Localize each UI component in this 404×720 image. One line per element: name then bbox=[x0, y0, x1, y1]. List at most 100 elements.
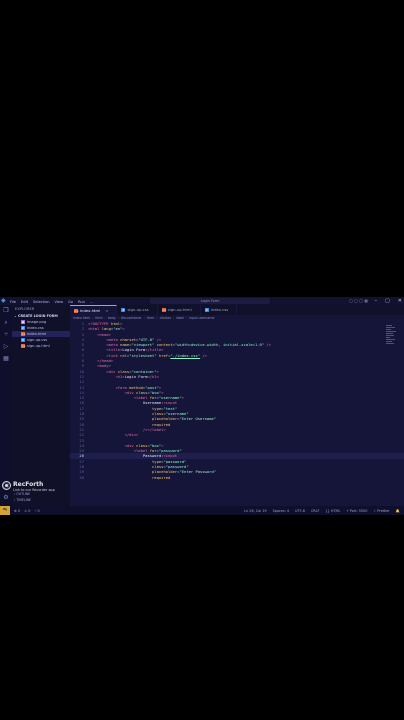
status-item[interactable]: ✓ Prettier bbox=[373, 509, 389, 513]
minimize-icon[interactable]: – bbox=[375, 297, 378, 305]
code-lines[interactable]: 1 <!DOCTYPE html> 2 <html lang="en"> 3 <head… bbox=[70, 321, 404, 480]
explorer-title: EXPLORER bbox=[15, 307, 35, 311]
layout-icons[interactable]: ▢ ▢ ▢ ▦ bbox=[349, 297, 368, 305]
code-text[interactable]: class="password" bbox=[88, 464, 189, 469]
code-text[interactable]: placeholder="Enter Password" bbox=[88, 469, 216, 474]
tab-sign-up-html[interactable]: <> sign-up.html bbox=[158, 305, 201, 315]
tab-index-css[interactable]: # index.css bbox=[201, 305, 238, 315]
code-text[interactable]: <meta charset="UTF-8" /> bbox=[88, 337, 161, 342]
code-text[interactable]: <meta name="viewport" content="width=dev… bbox=[88, 342, 271, 347]
tab-label: sign-up.html bbox=[167, 307, 192, 312]
status-item[interactable]: Spaces: 4 bbox=[273, 509, 289, 513]
code-text[interactable]: </head> bbox=[88, 358, 113, 363]
files-icon[interactable]: ❐ bbox=[0, 305, 12, 317]
code-text[interactable]: <body> bbox=[88, 363, 111, 368]
remote-icon[interactable]: ⇋ bbox=[0, 506, 10, 515]
code-text[interactable]: <!DOCTYPE html> bbox=[88, 321, 122, 326]
file-tree: ▣ image.png # index.css <> index.html # sign-up… bbox=[12, 319, 70, 349]
line-number: 30 bbox=[79, 474, 84, 480]
code-line[interactable]: 30 required bbox=[70, 475, 404, 480]
menu-item-file[interactable]: File bbox=[10, 300, 16, 304]
code-text[interactable]: required bbox=[88, 475, 170, 480]
file-type-icon: <> bbox=[74, 309, 80, 313]
layout-controls[interactable]: ▢ ▢ ▢ ▦ bbox=[349, 297, 368, 305]
record-icon bbox=[2, 481, 11, 490]
status-item[interactable]: 🔔 bbox=[396, 509, 400, 513]
code-text[interactable]: type="text" bbox=[88, 406, 177, 411]
code-text[interactable]: <h1>Login Form</h1> bbox=[88, 374, 158, 379]
code-text[interactable]: </div> bbox=[88, 432, 139, 437]
extensions-icon[interactable]: ▦ bbox=[0, 353, 12, 365]
explorer-sidebar: EXPLORER ⌄ CREATE LOGIN FORM ▣ image.png #… bbox=[12, 305, 70, 506]
chevron-right-icon: › bbox=[92, 316, 94, 320]
maximize-icon[interactable]: ▢ bbox=[385, 297, 390, 305]
breadcrumb-item[interactable]: body bbox=[108, 316, 116, 320]
breadcrumb-item[interactable]: input.username bbox=[189, 316, 214, 320]
minimap[interactable] bbox=[386, 325, 396, 347]
code-text[interactable]: <div class="box"> bbox=[88, 390, 164, 395]
recforth-watermark: RecForth Link to our Recorder app bbox=[2, 481, 72, 501]
breadcrumb-item[interactable]: label bbox=[176, 316, 184, 320]
code-text[interactable]: <form method="post"> bbox=[88, 385, 161, 390]
chevron-right-icon: › bbox=[156, 316, 158, 320]
code-text[interactable]: <head> bbox=[88, 332, 111, 337]
status-item[interactable]: {} HTML bbox=[326, 509, 341, 513]
status-bar: ⇋ ⊗ 0 ⚠ 0 ⑂ 0 Ln 26, Col 19 Spaces: 4 UTF-8 C… bbox=[0, 506, 404, 515]
menu-item-edit[interactable]: Edit bbox=[21, 300, 28, 304]
window-controls: – ▢ ✕ bbox=[375, 297, 402, 305]
menu-item-selection[interactable]: Selection bbox=[33, 300, 50, 304]
code-text[interactable]: type="password" bbox=[88, 459, 186, 464]
code-text[interactable]: <div class="box"> bbox=[88, 443, 164, 448]
menu-item-view[interactable]: View bbox=[55, 300, 64, 304]
code-text[interactable]: <div class="container"> bbox=[88, 369, 159, 374]
code-text[interactable]: Password:<input bbox=[88, 453, 177, 458]
breadcrumb-item[interactable]: div.container bbox=[121, 316, 142, 320]
status-item[interactable]: ⚠ 0 bbox=[24, 509, 30, 513]
code-text[interactable]: <link rel="stylesheet" href="./index.css… bbox=[88, 353, 207, 358]
search-text: Login Form bbox=[200, 299, 220, 303]
folder-name: CREATE LOGIN FORM bbox=[18, 314, 58, 318]
code-text[interactable]: Username:<input bbox=[88, 400, 177, 405]
code-text[interactable]: <title>Login Form</title> bbox=[88, 347, 163, 352]
code-text[interactable]: required bbox=[88, 422, 170, 427]
code-text[interactable]: class="username" bbox=[88, 411, 189, 416]
file-type-icon: # bbox=[121, 308, 126, 312]
status-item[interactable]: UTF-8 bbox=[295, 509, 305, 513]
code-text[interactable]: /></label> bbox=[88, 427, 166, 432]
status-item[interactable]: ⑂ 0 bbox=[34, 509, 39, 513]
breadcrumb-item[interactable]: form bbox=[147, 316, 154, 320]
chevron-right-icon: › bbox=[186, 316, 188, 320]
code-text[interactable]: <label for="username"> bbox=[88, 395, 184, 400]
command-center-search[interactable]: Login Form bbox=[150, 298, 270, 304]
vscode-logo-icon: ◆ bbox=[1, 297, 6, 304]
close-icon[interactable]: ✕ bbox=[398, 297, 402, 305]
code-text[interactable]: placeholder="Enter Username" bbox=[88, 416, 216, 421]
file-item[interactable]: <> sign-up.html bbox=[12, 343, 70, 349]
breadcrumb-item[interactable]: index.html bbox=[73, 316, 90, 320]
chevron-right-icon: › bbox=[117, 316, 119, 320]
status-item[interactable]: ⊗ 0 bbox=[14, 509, 20, 513]
code-editor[interactable]: 1 <!DOCTYPE html> 2 <html lang="en"> 3 <head… bbox=[70, 321, 404, 506]
breadcrumb-item[interactable]: div.box bbox=[160, 316, 171, 320]
file-type-icon: <> bbox=[21, 332, 27, 336]
file-type-icon: <> bbox=[161, 308, 167, 312]
menu-item-run[interactable]: Run bbox=[78, 300, 85, 304]
status-item[interactable]: Ln 26, Col 19 bbox=[244, 509, 266, 513]
tab-sign-up-css[interactable]: # sign-up.css bbox=[117, 305, 158, 315]
code-text[interactable]: <html lang="en"> bbox=[88, 326, 125, 331]
breadcrumb-item[interactable]: html bbox=[95, 316, 102, 320]
watermark-name: RecForth bbox=[13, 481, 44, 488]
search-icon[interactable]: ⌕ bbox=[0, 317, 12, 329]
source-control-icon[interactable]: ⑂ bbox=[0, 329, 12, 341]
menu-item-go[interactable]: Go bbox=[68, 300, 73, 304]
file-type-icon: # bbox=[204, 308, 209, 312]
file-name: sign-up.html bbox=[27, 344, 50, 348]
activity-bar: ❐ ⌕ ⑂ ▷ ▦ ◯ ⚙ bbox=[0, 305, 12, 506]
file-type-icon: <> bbox=[21, 344, 27, 348]
status-item[interactable]: CRLF bbox=[311, 509, 320, 513]
status-item[interactable]: ⚡ Port: 5500 bbox=[346, 509, 367, 513]
menu-item-[interactable]: … bbox=[90, 300, 94, 304]
run-debug-icon[interactable]: ▷ bbox=[0, 341, 12, 353]
tab-label: index.css bbox=[210, 307, 229, 312]
code-text[interactable]: <label for="password" bbox=[88, 448, 182, 453]
